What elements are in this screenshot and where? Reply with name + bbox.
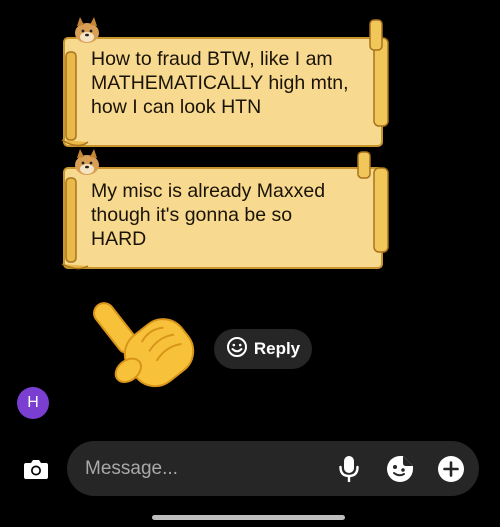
doge-sticker-icon (72, 16, 102, 44)
message-input[interactable] (83, 451, 317, 487)
message-line: MATHEMATICALLY high mtn, (91, 72, 349, 94)
message-line: how I can look HTN (91, 96, 262, 118)
message-line: though it's gonna be so (91, 204, 293, 226)
smiley-icon (226, 336, 248, 363)
reply-label: Reply (253, 339, 301, 358)
sticker-button[interactable] (386, 455, 414, 483)
avatar-initial: H (27, 394, 39, 411)
camera-button[interactable] (17, 450, 55, 488)
plus-icon (438, 456, 464, 482)
add-button[interactable] (437, 455, 465, 483)
sticker-icon (387, 456, 413, 482)
message-line: How to fraud BTW, like I am (91, 48, 333, 70)
message-bubble[interactable]: My misc is already Maxxed though it's go… (58, 148, 394, 272)
microphone-icon (339, 456, 359, 482)
message-composer (67, 441, 479, 496)
message-bubble[interactable]: How to fraud BTW, like I am MATHEMATICAL… (58, 16, 394, 150)
camera-icon (24, 460, 48, 479)
home-indicator (152, 515, 345, 520)
pointing-hand-emoji-icon (93, 302, 195, 388)
doge-sticker-icon (72, 148, 102, 176)
microphone-button[interactable] (335, 455, 363, 483)
message-text: My misc is already Maxxed though it's go… (91, 179, 360, 251)
message-line: My misc is already Maxxed (91, 180, 326, 202)
avatar[interactable]: H (17, 387, 49, 419)
reply-button[interactable]: Reply (214, 329, 312, 369)
message-line: HARD (91, 228, 147, 250)
message-text: How to fraud BTW, like I am MATHEMATICAL… (91, 47, 360, 119)
